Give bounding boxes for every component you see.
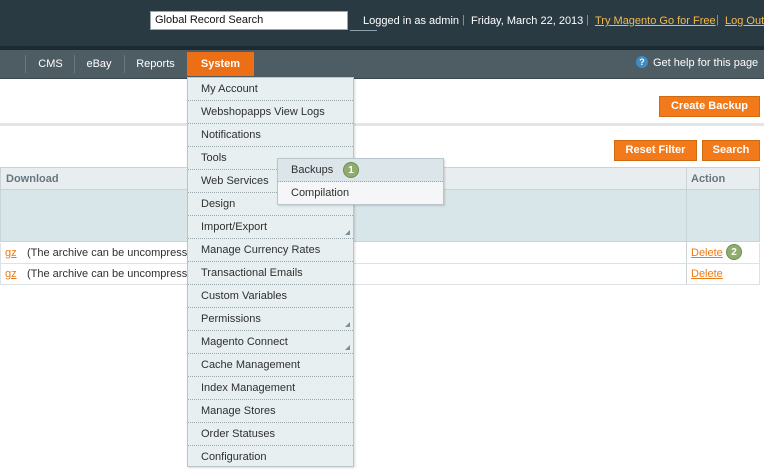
menu-item-magento-connect[interactable]: Magento Connect [188, 331, 353, 354]
submenu-item-backups[interactable]: Backups [278, 159, 443, 182]
header-separator: | [462, 14, 465, 26]
menu-item-order-statuses[interactable]: Order Statuses [188, 423, 353, 446]
nav-item-ebay[interactable]: eBay [75, 50, 123, 78]
header-date: Friday, March 22, 2013 [471, 15, 584, 27]
menu-item-label: Import/Export [201, 221, 268, 233]
menu-item-configuration[interactable]: Configuration [188, 446, 353, 469]
nav-item-reports[interactable]: Reports [125, 50, 186, 78]
header-separator: | [716, 14, 719, 26]
download-gz-link[interactable]: gz [5, 268, 17, 280]
submenu-arrow-icon [345, 322, 350, 327]
column-header-download[interactable]: Download [6, 173, 59, 185]
search-button[interactable]: Search [702, 140, 760, 161]
try-magento-go-link[interactable]: Try Magento Go for Free [595, 15, 716, 27]
menu-item-my-account[interactable]: My Account [188, 78, 353, 101]
nav-divider [25, 55, 26, 73]
header-separator: | [586, 14, 589, 26]
delete-link[interactable]: Delete [691, 247, 723, 259]
menu-item-webshopapps-logs[interactable]: Webshopapps View Logs [188, 101, 353, 124]
search-underline [350, 30, 377, 31]
help-link[interactable]: Get help for this page [653, 57, 758, 69]
menu-item-import-export[interactable]: Import/Export [188, 216, 353, 239]
step-badge-1: 1 [343, 162, 359, 178]
submenu-arrow-icon [345, 345, 350, 350]
global-search-input[interactable]: Global Record Search [150, 11, 348, 30]
menu-item-currency-rates[interactable]: Manage Currency Rates [188, 239, 353, 262]
submenu-arrow-icon [345, 230, 350, 235]
menu-item-notifications[interactable]: Notifications [188, 124, 353, 147]
download-gz-link[interactable]: gz [5, 247, 17, 259]
section-divider [0, 123, 764, 126]
menu-item-custom-variables[interactable]: Custom Variables [188, 285, 353, 308]
step-badge-2: 2 [726, 244, 742, 260]
submenu-item-compilation[interactable]: Compilation [278, 182, 443, 205]
system-dropdown-menu: My Account Webshopapps View Logs Notific… [187, 77, 354, 467]
archive-note: (The archive can be uncompressed [27, 268, 200, 280]
help-icon[interactable]: ? [636, 56, 648, 68]
logged-in-text: Logged in as admin [363, 15, 460, 27]
main-nav: CMS eBay Reports [0, 50, 764, 79]
column-header-action: Action [691, 173, 726, 185]
menu-item-permissions[interactable]: Permissions [188, 308, 353, 331]
menu-item-transactional-emails[interactable]: Transactional Emails [188, 262, 353, 285]
nav-item-cms[interactable]: CMS [28, 50, 73, 78]
nav-item-system[interactable]: System [187, 52, 254, 76]
tools-submenu: Backups Compilation [277, 158, 444, 205]
create-backup-button[interactable]: Create Backup [659, 96, 760, 117]
menu-item-manage-stores[interactable]: Manage Stores [188, 400, 353, 423]
reset-filter-button[interactable]: Reset Filter [614, 140, 697, 161]
archive-note: (The archive can be uncompressed [27, 247, 200, 259]
menu-item-label: Permissions [201, 313, 261, 325]
delete-link[interactable]: Delete [691, 268, 723, 280]
menu-item-index-management[interactable]: Index Management [188, 377, 353, 400]
logout-link[interactable]: Log Out [725, 15, 764, 27]
menu-item-label: Magento Connect [201, 336, 288, 348]
menu-item-cache-management[interactable]: Cache Management [188, 354, 353, 377]
